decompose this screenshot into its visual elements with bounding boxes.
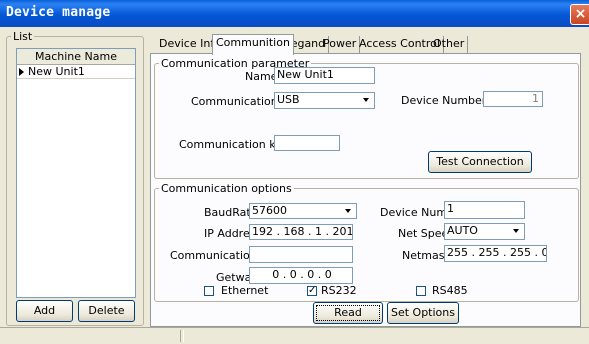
- communication-options-label: Communication options: [161, 182, 292, 195]
- ethernet-checkbox[interactable]: [204, 286, 214, 296]
- baudrate-select[interactable]: 57600: [249, 203, 357, 219]
- list-group-label: List: [13, 30, 33, 43]
- close-button[interactable]: ×: [570, 4, 589, 25]
- window-title: Device manage: [6, 5, 111, 20]
- chevron-down-icon[interactable]: [509, 225, 523, 237]
- device-number-label: Device Number: [401, 94, 487, 107]
- row-pointer-icon: [19, 68, 24, 76]
- tab-power[interactable]: Power: [320, 36, 361, 53]
- communication-type-select[interactable]: USB: [274, 92, 375, 109]
- delete-button[interactable]: Delete: [78, 300, 135, 322]
- list-item-label: New Unit1: [28, 65, 85, 78]
- tab-other[interactable]: Other: [430, 36, 469, 53]
- tab-communition[interactable]: Communition: [212, 34, 294, 55]
- set-options-button[interactable]: Set Options: [387, 302, 459, 324]
- netmask-input[interactable]: 255 . 255 . 255 . 0: [444, 245, 547, 262]
- rs232-checkbox[interactable]: ✓: [307, 286, 317, 296]
- communication-key-input[interactable]: [274, 135, 340, 151]
- communication-type-value: USB: [277, 93, 300, 106]
- status-bar: [0, 327, 589, 344]
- name-input[interactable]: New Unit1: [274, 67, 375, 84]
- add-button[interactable]: Add: [16, 300, 73, 322]
- check-icon: ✓: [308, 285, 317, 296]
- ethernet-label: Ethernet: [221, 284, 269, 297]
- rs485-checkbox[interactable]: [416, 286, 426, 296]
- rs232-label: RS232: [321, 284, 357, 297]
- test-connection-button[interactable]: Test Connection: [428, 151, 532, 173]
- options-communication-key-input[interactable]: [249, 246, 353, 263]
- title-bar: Device manage ×: [0, 0, 589, 27]
- chevron-down-icon[interactable]: [341, 205, 355, 217]
- baudrate-value: 57600: [252, 204, 287, 217]
- net-speed-select[interactable]: AUTO: [444, 223, 525, 240]
- rs485-label: RS485: [432, 284, 468, 297]
- machine-list[interactable]: Machine Name New Unit1: [16, 48, 136, 298]
- device-number-input[interactable]: 1: [483, 91, 543, 107]
- status-bar-divider: [180, 330, 184, 342]
- communication-key-label: Communication key: [179, 138, 289, 151]
- name-label: Name: [245, 70, 278, 83]
- net-speed-value: AUTO: [447, 224, 478, 237]
- column-header-machine-name[interactable]: Machine Name: [17, 49, 135, 65]
- options-device-number-input[interactable]: 1: [444, 201, 525, 219]
- close-icon: ×: [574, 6, 587, 22]
- communication-options-group: Communication options: [154, 182, 579, 302]
- list-item[interactable]: New Unit1: [17, 65, 135, 79]
- read-options-button[interactable]: Read Options: [313, 302, 383, 339]
- chevron-down-icon[interactable]: [359, 94, 373, 106]
- ip-address-input[interactable]: 192 . 168 . 1 . 201: [249, 224, 353, 240]
- gateway-input[interactable]: 0 . 0 . 0 . 0: [249, 267, 353, 284]
